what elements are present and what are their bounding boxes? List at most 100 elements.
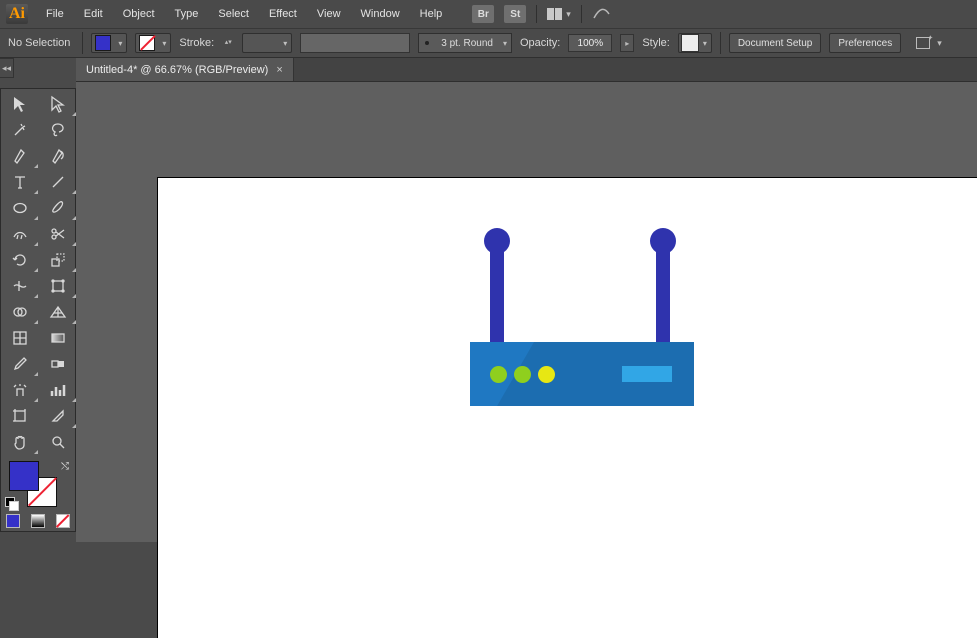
menu-edit[interactable]: Edit — [74, 3, 113, 25]
router-antenna — [490, 252, 504, 342]
graphic-style-dropdown[interactable]: ▾ — [678, 33, 712, 53]
lasso-tool[interactable] — [39, 117, 77, 143]
color-mode-row — [1, 511, 75, 531]
opacity-label: Opacity: — [520, 37, 560, 49]
chevron-down-icon: ▾ — [566, 9, 571, 20]
document-tab-bar: Untitled-4* @ 66.67% (RGB/Preview) × — [76, 58, 977, 82]
selection-status: No Selection — [8, 37, 70, 49]
fill-stroke-controls: ⤭ — [1, 455, 77, 511]
opacity-input[interactable] — [568, 34, 612, 52]
router-antenna-knob — [484, 228, 510, 254]
expand-panels-button[interactable]: ◂◂ — [0, 58, 14, 78]
arrange-documents-button[interactable]: ▾ — [547, 8, 571, 20]
menu-file[interactable]: File — [36, 3, 74, 25]
graphic-style-swatch-icon — [681, 34, 699, 52]
router-led-icon — [490, 366, 507, 383]
line-segment-tool[interactable] — [39, 169, 77, 195]
router-artwork[interactable] — [470, 236, 694, 406]
document-tab-title: Untitled-4* @ 66.67% (RGB/Preview) — [86, 64, 268, 76]
workspace[interactable] — [76, 82, 977, 542]
hand-tool[interactable] — [1, 429, 39, 455]
preferences-button[interactable]: Preferences — [829, 33, 901, 53]
swap-fill-stroke-button[interactable]: ⤭ — [61, 461, 69, 472]
menu-object[interactable]: Object — [113, 3, 165, 25]
router-led-icon — [538, 366, 555, 383]
fill-swatch-icon — [95, 35, 111, 51]
chevron-down-icon: ▾ — [279, 39, 291, 48]
opacity-dropdown-button[interactable]: ▸ — [620, 34, 634, 52]
menu-help[interactable]: Help — [410, 3, 453, 25]
fill-color-box[interactable] — [9, 461, 39, 491]
zoom-tool[interactable] — [39, 429, 77, 455]
artboard-tool[interactable] — [1, 403, 39, 429]
menu-window[interactable]: Window — [351, 3, 410, 25]
menu-view[interactable]: View — [307, 3, 351, 25]
router-body — [470, 342, 694, 406]
type-tool[interactable] — [1, 169, 39, 195]
align-to-pixel-icon — [915, 36, 931, 50]
document-setup-button[interactable]: Document Setup — [729, 33, 822, 53]
stroke-swatch-icon — [139, 35, 155, 51]
brush-definition-dropdown[interactable] — [300, 33, 410, 53]
style-label: Style: — [642, 37, 670, 49]
menu-type[interactable]: Type — [165, 3, 209, 25]
column-graph-tool[interactable] — [39, 377, 77, 403]
stroke-weight-stepper[interactable]: ▴▾ — [222, 40, 234, 46]
rotate-tool[interactable] — [1, 247, 39, 273]
app-logo: Ai — [6, 4, 28, 24]
document-tab[interactable]: Untitled-4* @ 66.67% (RGB/Preview) × — [76, 58, 294, 81]
gpu-icon — [592, 5, 610, 21]
symbol-sprayer-tool[interactable] — [1, 377, 39, 403]
close-icon[interactable]: × — [276, 64, 282, 76]
ellipse-tool[interactable] — [1, 195, 39, 221]
gpu-preview-button[interactable] — [592, 5, 610, 24]
menu-select[interactable]: Select — [208, 3, 259, 25]
menu-bar: Ai File Edit Object Type Select Effect V… — [0, 0, 977, 28]
scale-tool[interactable] — [39, 247, 77, 273]
tools-panel: ⤭ — [0, 88, 76, 532]
perspective-grid-tool[interactable] — [39, 299, 77, 325]
selection-tool[interactable] — [1, 91, 39, 117]
artboard[interactable] — [158, 178, 977, 638]
router-port-icon — [622, 366, 672, 382]
stroke-label: Stroke: — [179, 37, 214, 49]
chevron-down-icon: ▾ — [937, 38, 942, 49]
stroke-color-dropdown[interactable]: ▾ — [135, 33, 171, 53]
arrange-documents-icon — [547, 8, 562, 20]
color-mode-gradient[interactable] — [26, 511, 51, 531]
stroke-weight-combo[interactable]: ▾ — [242, 33, 292, 53]
scissors-tool[interactable] — [39, 221, 77, 247]
chevron-down-icon: ▾ — [158, 39, 170, 48]
width-tool[interactable] — [1, 273, 39, 299]
mesh-tool[interactable] — [1, 325, 39, 351]
shaper-tool[interactable] — [1, 221, 39, 247]
fill-color-dropdown[interactable]: ▾ — [91, 33, 127, 53]
free-transform-tool[interactable] — [39, 273, 77, 299]
router-led-icon — [514, 366, 531, 383]
chevron-down-icon: ▾ — [699, 39, 711, 48]
blend-tool[interactable] — [39, 351, 77, 377]
profile-dot-icon — [419, 41, 435, 45]
color-mode-solid[interactable] — [1, 511, 26, 531]
router-antenna — [656, 252, 670, 342]
pen-tool[interactable] — [1, 143, 39, 169]
curvature-tool[interactable] — [39, 143, 77, 169]
bridge-button[interactable]: Br — [472, 5, 494, 23]
gradient-tool[interactable] — [39, 325, 77, 351]
direct-selection-tool[interactable] — [39, 91, 77, 117]
menu-effect[interactable]: Effect — [259, 3, 307, 25]
magic-wand-tool[interactable] — [1, 117, 39, 143]
adobe-stock-button[interactable]: St — [504, 5, 526, 23]
eyedropper-tool[interactable] — [1, 351, 39, 377]
chevron-down-icon: ▾ — [114, 39, 126, 48]
chevron-down-icon: ▾ — [499, 39, 511, 48]
paintbrush-tool[interactable] — [39, 195, 77, 221]
control-bar: No Selection ▾ ▾ Stroke: ▴▾ ▾ 3 pt. Roun… — [0, 28, 977, 58]
default-fill-stroke-button[interactable] — [5, 497, 17, 509]
variable-width-profile-dropdown[interactable]: 3 pt. Round ▾ — [418, 33, 512, 53]
router-antenna-knob — [650, 228, 676, 254]
slice-tool[interactable] — [39, 403, 77, 429]
shape-builder-tool[interactable] — [1, 299, 39, 325]
color-mode-none[interactable] — [50, 511, 75, 531]
align-to-pixel-dropdown[interactable]: ▾ — [915, 36, 942, 50]
